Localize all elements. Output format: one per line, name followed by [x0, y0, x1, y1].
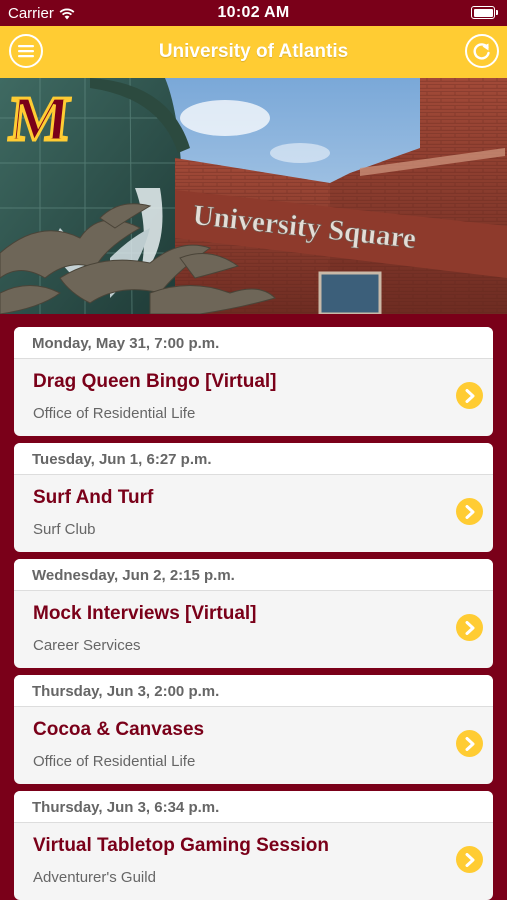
event-date: Thursday, Jun 3, 2:00 p.m.	[14, 675, 493, 707]
event-title: Mock Interviews [Virtual]	[33, 603, 257, 624]
status-bar: Carrier 10:02 AM	[0, 0, 507, 26]
event-organizer: Office of Residential Life	[33, 405, 196, 422]
event-date: Monday, May 31, 7:00 p.m.	[14, 327, 493, 359]
event-date: Tuesday, Jun 1, 6:27 p.m.	[14, 443, 493, 475]
refresh-button[interactable]	[465, 34, 499, 68]
event-card[interactable]: Monday, May 31, 7:00 p.m. Drag Queen Bin…	[14, 327, 493, 436]
chevron-right-icon[interactable]	[456, 846, 483, 873]
campus-photo: M University Square	[0, 78, 507, 314]
event-title: Cocoa & Canvases	[33, 719, 205, 740]
battery-icon	[471, 6, 498, 19]
event-organizer: Office of Residential Life	[33, 753, 196, 770]
event-date: Wednesday, Jun 2, 2:15 p.m.	[14, 559, 493, 591]
chevron-right-icon[interactable]	[456, 382, 483, 409]
chevron-right-icon[interactable]	[456, 730, 483, 757]
event-organizer: Surf Club	[33, 521, 96, 538]
hero-image: M University Square	[0, 78, 507, 314]
chevron-right-icon[interactable]	[456, 498, 483, 525]
status-time: 10:02 AM	[217, 4, 290, 21]
event-card[interactable]: Wednesday, Jun 2, 2:15 p.m. Mock Intervi…	[14, 559, 493, 668]
event-card[interactable]: Thursday, Jun 3, 6:34 p.m. Virtual Table…	[14, 791, 493, 900]
event-card[interactable]: Tuesday, Jun 1, 6:27 p.m. Surf And Turf …	[14, 443, 493, 552]
event-list: Monday, May 31, 7:00 p.m. Drag Queen Bin…	[0, 314, 507, 900]
event-organizer: Adventurer's Guild	[33, 869, 156, 886]
event-organizer: Career Services	[33, 637, 141, 654]
event-date: Thursday, Jun 3, 6:34 p.m.	[14, 791, 493, 823]
chevron-right-icon[interactable]	[456, 614, 483, 641]
event-title: Surf And Turf	[33, 487, 154, 508]
event-title: Drag Queen Bingo [Virtual]	[33, 371, 277, 392]
page-title: University of Atlantis	[158, 41, 349, 62]
nav-bar: University of Atlantis	[0, 26, 507, 78]
refresh-icon	[473, 43, 490, 60]
block-m-logo: M	[5, 82, 76, 156]
logo-letter: M	[6, 83, 74, 154]
event-title: Virtual Tabletop Gaming Session	[33, 835, 329, 856]
event-card[interactable]: Thursday, Jun 3, 2:00 p.m. Cocoa & Canva…	[14, 675, 493, 784]
